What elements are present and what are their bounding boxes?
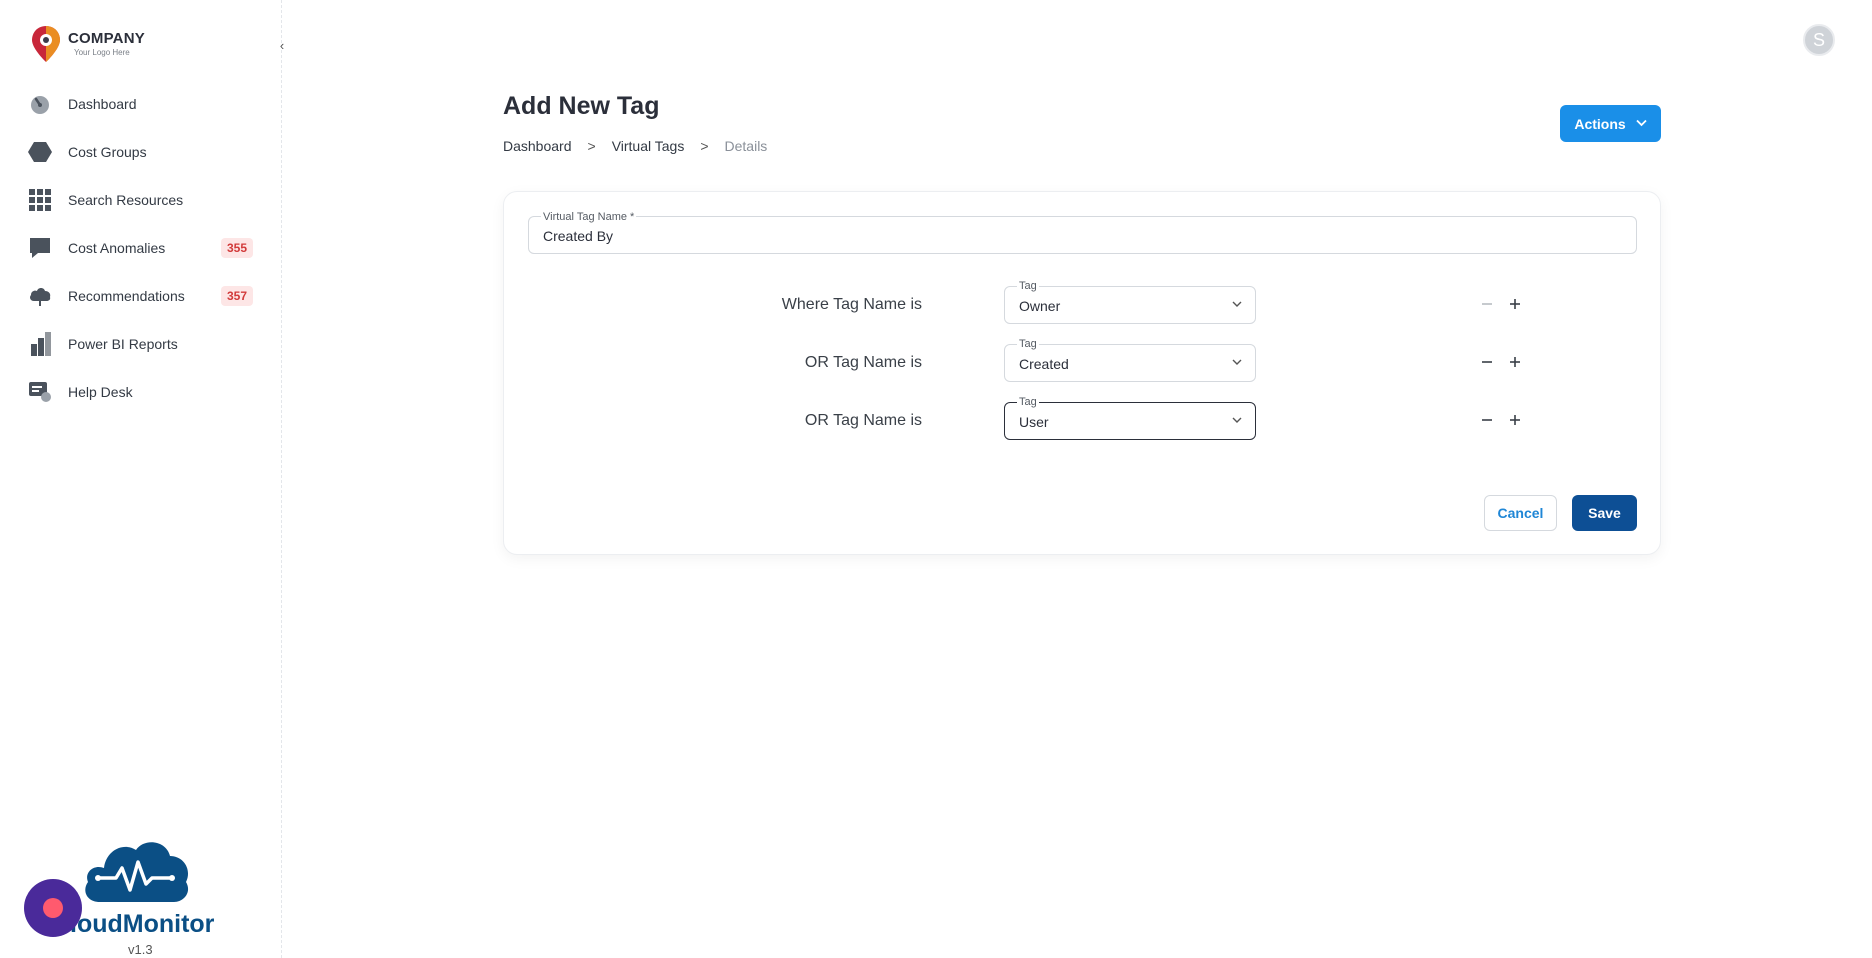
page-title: Add New Tag [503,92,660,120]
sidebar-item-label: Recommendations [68,288,185,304]
sidebar-item-recommendations[interactable]: Recommendations 357 [0,272,282,320]
tag-form-card: Virtual Tag Name * Where Tag Name is Tag… [503,191,1661,555]
add-row-plus-icon[interactable] [1505,410,1525,430]
remove-row-minus-icon[interactable] [1477,352,1497,372]
chevron-down-icon [1231,297,1243,309]
breadcrumb-separator: > [587,138,596,154]
help-desk-icon [28,380,52,404]
record-dot-icon [43,898,63,918]
cancel-button[interactable]: Cancel [1484,495,1557,531]
chevron-down-icon [1636,118,1647,130]
condition-label: OR Tag Name is [804,354,922,371]
tag-condition-row: Where Tag Name is Tag Owner [504,280,1662,324]
virtual-tag-name-label: Virtual Tag Name * [541,211,637,223]
sidebar-item-label: Cost Groups [68,144,147,160]
sidebar-item-label: Power BI Reports [68,336,178,352]
tag-select[interactable]: Tag User [1004,396,1256,440]
breadcrumb: Dashboard > Virtual Tags > Details [503,138,767,154]
chevron-down-icon [1231,355,1243,367]
grid-icon [28,188,52,212]
add-row-plus-icon[interactable] [1505,352,1525,372]
condition-label: OR Tag Name is [804,412,922,429]
sidebar-item-help-desk[interactable]: Help Desk [0,368,282,416]
sidebar-item-dashboard[interactable]: Dashboard [0,80,282,128]
breadcrumb-separator: > [700,138,709,154]
sidebar-item-label: Help Desk [68,384,133,400]
chevron-down-icon [1231,413,1243,425]
remove-row-minus-icon[interactable] [1477,410,1497,430]
sidebar-nav: Dashboard Cost Groups Search Resources C… [0,80,282,416]
hexagon-icon [28,140,52,164]
breadcrumb-details: Details [724,138,768,154]
tag-condition-row: OR Tag Name is Tag User [504,396,1662,440]
chat-icon [28,236,52,260]
company-logo[interactable]: COMPANY Your Logo Here [30,24,145,64]
brand-name: loudMonitor [70,910,215,938]
tag-select[interactable]: Tag Owner [1004,280,1256,324]
virtual-tag-name-field[interactable]: Virtual Tag Name * [528,211,1637,254]
sidebar-item-label: Search Resources [68,192,184,208]
sidebar-item-search-resources[interactable]: Search Resources [0,176,282,224]
remove-row-minus-icon[interactable] [1477,294,1497,314]
actions-button[interactable]: Actions [1560,105,1661,142]
logo-pin-icon [30,24,62,64]
cloud-icon [28,284,52,308]
anomalies-count-badge: 355 [221,238,254,258]
tag-select-value: User [1019,414,1049,430]
recommendations-count-badge: 357 [221,286,254,306]
tag-select-label: Tag [1017,338,1039,350]
sidebar: COMPANY Your Logo Here Dashboard Cost Gr… [0,0,282,958]
company-tagline: Your Logo Here [74,48,130,57]
add-row-plus-icon[interactable] [1505,294,1525,314]
save-button[interactable]: Save [1572,495,1637,531]
breadcrumb-virtual-tags[interactable]: Virtual Tags [612,138,685,154]
chat-launcher-button[interactable] [24,879,82,937]
tag-condition-row: OR Tag Name is Tag Created [504,338,1662,382]
tag-select-label: Tag [1017,280,1039,292]
gauge-icon [28,92,52,116]
collapse-sidebar-chevron-icon[interactable]: ‹ [274,38,290,54]
tag-select[interactable]: Tag Created [1004,338,1256,382]
cloudmonitor-logo: loudMonitor [70,832,230,938]
actions-label: Actions [1574,115,1626,132]
sidebar-item-label: Dashboard [68,96,137,112]
bar-chart-icon [28,332,52,356]
sidebar-item-power-bi-reports[interactable]: Power BI Reports [0,320,282,368]
tag-select-value: Created [1019,356,1069,372]
user-avatar[interactable]: S [1803,24,1835,56]
tag-select-value: Owner [1019,298,1061,314]
tag-select-label: Tag [1017,396,1039,408]
sidebar-item-label: Cost Anomalies [68,240,166,256]
company-name: COMPANY [68,30,145,47]
app-version: v1.3 [128,942,153,957]
condition-label: Where Tag Name is [781,296,922,313]
sidebar-item-cost-anomalies[interactable]: Cost Anomalies 355 [0,224,282,272]
virtual-tag-name-input[interactable] [543,228,1543,244]
cloud-pulse-icon [85,842,189,902]
sidebar-item-cost-groups[interactable]: Cost Groups [0,128,282,176]
breadcrumb-dashboard[interactable]: Dashboard [503,138,572,154]
